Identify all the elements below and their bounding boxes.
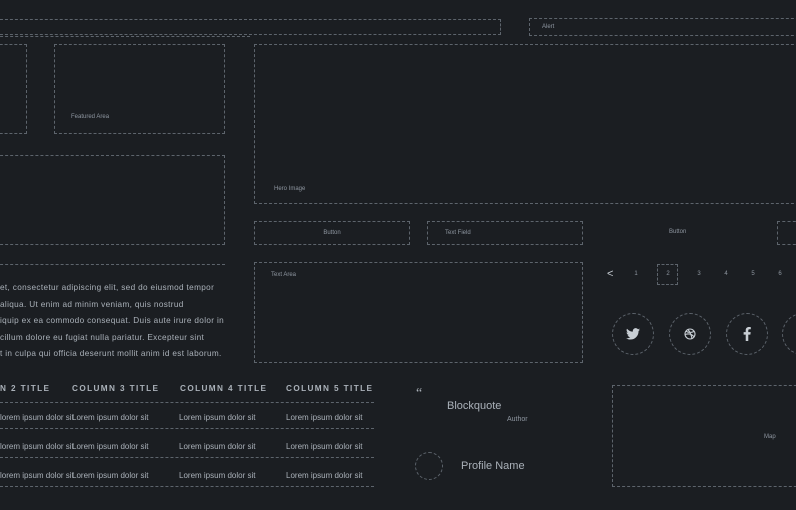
map-label: Map — [764, 434, 776, 440]
blockquote-author: Author — [507, 416, 528, 423]
pagination-page[interactable]: 6 — [770, 271, 790, 277]
dribbble-icon — [684, 328, 696, 340]
hero-image: Hero Image — [254, 44, 796, 204]
content-panel — [0, 155, 225, 245]
alert-box[interactable]: Alert — [529, 18, 796, 36]
facebook-button[interactable] — [726, 313, 768, 355]
text-field-label: Text Field — [445, 230, 471, 236]
facebook-icon — [743, 327, 751, 341]
data-table: N 2 TITLE COLUMN 3 TITLE COLUMN 4 TITLE … — [0, 380, 380, 492]
alert-label: Alert — [542, 24, 555, 30]
paragraph: et, consectetur adipiscing elit, sed do … — [0, 283, 240, 367]
text-area[interactable]: Text Area — [254, 262, 583, 363]
paragraph-line: aliqua. Ut enim ad minim veniam, quis no… — [0, 299, 184, 309]
featured-area-label: Featured Area — [71, 114, 110, 120]
table-cell: Lorem ipsum dolor sit — [286, 471, 363, 480]
profile-name: Profile Name — [461, 460, 525, 472]
map[interactable]: Map — [612, 385, 796, 487]
paragraph-line: t in culpa qui officia deserunt mollit a… — [0, 349, 222, 358]
table-cell: Lorem ipsum dolor sit — [179, 413, 256, 422]
pagination-page-current[interactable]: 2 — [657, 264, 678, 285]
profile: Profile Name — [415, 452, 555, 482]
table-header: COLUMN 3 TITLE — [72, 384, 160, 393]
primary-button-label: Button — [323, 230, 341, 236]
nav-bar-placeholder — [0, 19, 501, 35]
table-divider — [0, 428, 374, 429]
side-button-placeholder[interactable] — [777, 221, 796, 245]
table-cell: Lorem ipsum dolor sit — [179, 471, 256, 480]
dribbble-button[interactable] — [669, 313, 711, 355]
table-cell: lorem ipsum dolor sit — [0, 471, 74, 480]
avatar[interactable] — [415, 452, 443, 480]
table-header: COLUMN 5 TITLE — [286, 384, 374, 393]
table-divider — [0, 457, 374, 458]
paragraph-line: iquip ex ea commodo consequat. Duis aute… — [0, 316, 225, 325]
blockquote-text: Blockquote — [447, 400, 502, 412]
twitter-button[interactable] — [612, 313, 654, 355]
featured-area: Featured Area — [54, 44, 225, 134]
table-header: N 2 TITLE — [0, 384, 51, 393]
side-panel-small — [0, 44, 27, 134]
hero-image-label: Hero Image — [274, 186, 306, 192]
table-cell: Lorem ipsum dolor sit — [286, 413, 363, 422]
quote-mark-icon: “ — [416, 386, 423, 401]
header-separator — [0, 36, 250, 37]
pagination-page[interactable]: 1 — [626, 271, 646, 277]
text-field[interactable]: Text Field — [427, 221, 583, 245]
blockquote: “ Blockquote Author — [416, 386, 546, 426]
table-cell: Lorem ipsum dolor sit — [72, 442, 149, 451]
table-cell: Lorem ipsum dolor sit — [72, 413, 149, 422]
table-header: COLUMN 4 TITLE — [180, 384, 268, 393]
table-divider — [0, 486, 374, 487]
paragraph-separator — [0, 264, 225, 265]
text-area-label: Text Area — [271, 272, 297, 278]
table-cell: lorem ipsum dolor sit — [0, 413, 74, 422]
paragraph-line: cillum dolore eu fugiat nulla pariatur. … — [0, 332, 205, 342]
pagination-page[interactable]: 5 — [743, 271, 763, 277]
table-cell: Lorem ipsum dolor sit — [72, 471, 149, 480]
pagination-page[interactable]: 3 — [689, 271, 709, 277]
pagination-prev-icon[interactable]: < — [607, 268, 613, 280]
table-cell: Lorem ipsum dolor sit — [179, 442, 256, 451]
paragraph-line: et, consectetur adipiscing elit, sed do … — [0, 283, 215, 292]
pagination-page-label: 2 — [666, 271, 670, 277]
table-cell: Lorem ipsum dolor sit — [286, 442, 363, 451]
social-button-partial[interactable] — [782, 313, 796, 355]
twitter-icon — [626, 328, 640, 340]
pagination-page[interactable]: 4 — [716, 271, 736, 277]
table-divider — [0, 402, 374, 403]
primary-button[interactable]: Button — [254, 221, 410, 245]
table-cell: lorem ipsum dolor sit — [0, 442, 74, 451]
secondary-button-label[interactable]: Button — [669, 229, 686, 235]
